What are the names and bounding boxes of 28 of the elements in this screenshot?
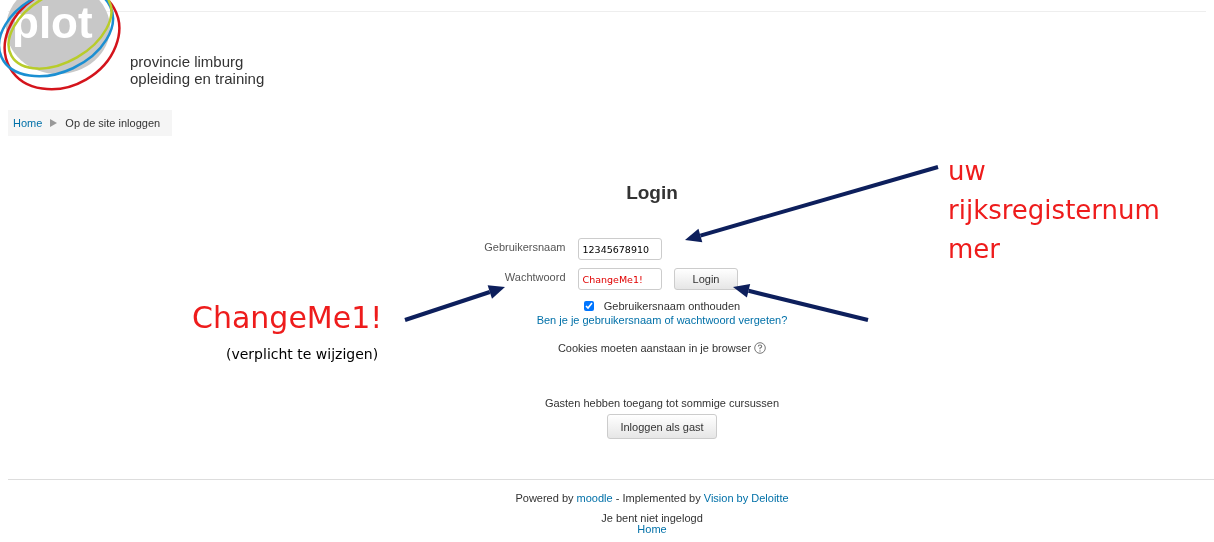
guest-login-button[interactable]: Inloggen als gast bbox=[607, 414, 717, 439]
annotation-note: (verplicht te wijzigen) bbox=[226, 346, 379, 362]
remember-checkbox[interactable] bbox=[583, 301, 594, 311]
login-title: Login bbox=[626, 182, 678, 204]
forgot-password-link[interactable]: Ben je je gebruikersnaam of wachtwoord vergeten? bbox=[536, 314, 788, 326]
help-icon[interactable] bbox=[754, 342, 767, 354]
separator-icon bbox=[50, 119, 58, 127]
annotation-text: uw bbox=[948, 155, 987, 188]
home-link[interactable]: Home bbox=[637, 523, 667, 535]
checkbox-label: Gebruikersnaam onthouden bbox=[603, 300, 741, 312]
login-button[interactable]: Login bbox=[673, 268, 739, 290]
guest-note: Gasten hebben toegang tot sommige cursussen bbox=[544, 397, 780, 409]
field-label: Wachtwoord bbox=[503, 270, 566, 283]
breadcrumb-current: Op de site inloggen bbox=[65, 117, 161, 129]
cookies-note: Cookies moeten aanstaan in je browser bbox=[557, 342, 752, 354]
breadcrumb-link[interactable]: Home bbox=[13, 117, 43, 129]
organization-name: opleiding en training bbox=[130, 70, 265, 87]
footer-link[interactable]: Vision by Deloitte bbox=[703, 492, 789, 504]
annotation-text: ChangeMe1! bbox=[192, 300, 383, 335]
password-field[interactable]: ChangeMe1! bbox=[577, 268, 662, 290]
login-status: Je bent niet ingelogd bbox=[601, 512, 703, 524]
footer-link[interactable]: moodle bbox=[576, 492, 613, 504]
username-field[interactable]: 12345678910 bbox=[577, 238, 662, 260]
field-label: Gebruikersnaam bbox=[483, 240, 566, 253]
organization-name: provincie limburg bbox=[130, 53, 245, 70]
annotation-text: mer bbox=[948, 233, 1001, 266]
annotation-text: rijksregisternum bbox=[948, 194, 1160, 227]
powered-by-text: Powered by moodle - Implemented by Vision by Deloitte bbox=[515, 492, 789, 504]
